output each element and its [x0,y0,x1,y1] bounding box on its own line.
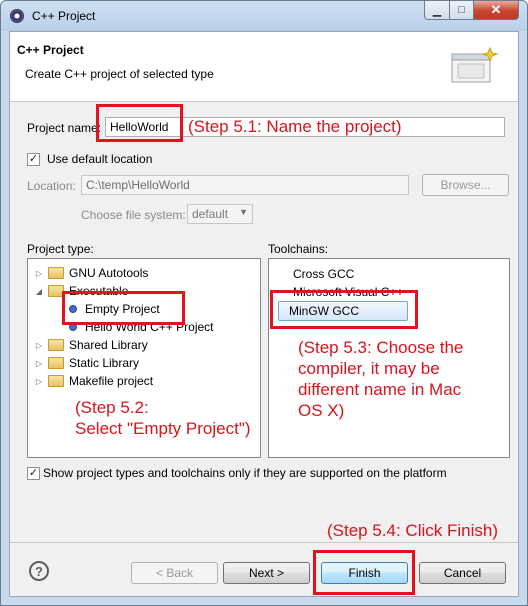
help-icon[interactable]: ? [29,561,49,581]
tree-item-shared-library[interactable]: ▷ Shared Library [34,336,148,354]
project-name-label: Project name: [27,121,102,135]
minimize-button[interactable]: ▁ [424,1,450,20]
window-title: C++ Project [32,9,96,23]
folder-icon [48,267,64,279]
tree-item-label: Makefile project [69,374,154,388]
annotation-step-5-2-line1: (Step 5.2: [75,398,149,417]
annotation-step-5-3-line4: OS X) [298,401,345,420]
folder-icon [48,375,64,387]
toolchains-list[interactable]: Cross GCC Microsoft Visual C++ MinGW GCC… [268,258,510,458]
location-label: Location: [27,179,76,193]
annotation-step-5-1: (Step 5.1: Name the project) [188,117,402,136]
tree-item-label: Static Library [69,356,140,370]
collapse-icon[interactable]: ◢ [34,287,44,296]
highlight-project-name [96,104,183,142]
folder-icon [48,357,64,369]
expand-icon[interactable]: ▷ [34,341,44,350]
location-input[interactable]: C:\temp\HelloWorld [81,175,409,195]
project-type-tree[interactable]: ▷ GNU Autotools ◢ Executable Empty Proje… [27,258,261,458]
toolchains-label: Toolchains: [268,242,329,256]
folder-icon [48,339,64,351]
page-description: Create C++ project of selected type [25,67,214,81]
tree-item-static-library[interactable]: ▷ Static Library [34,354,139,372]
title-bar[interactable]: C++ Project ▁ □ ✕ [1,1,527,31]
tree-item-makefile-project[interactable]: ▷ Makefile project [34,372,153,390]
annotation-step-5-3-line1: (Step 5.3: Choose the [298,338,464,357]
file-system-select[interactable]: default ▼ [187,204,253,224]
expand-icon[interactable]: ▷ [34,359,44,368]
next-button[interactable]: Next > [223,562,310,584]
page-title: C++ Project [17,43,84,57]
toolchain-item-cross-gcc[interactable]: Cross GCC [293,267,354,281]
annotation-step-5-4: (Step 5.4: Click Finish) [327,521,498,540]
use-default-location-label: Use default location [47,152,153,166]
dialog-body: C++ Project Create C++ project of select… [9,31,519,597]
project-wizard-window: C++ Project ▁ □ ✕ C++ Project Create C++… [0,0,528,606]
maximize-button[interactable]: □ [449,1,474,20]
tree-item-label: GNU Autotools [69,266,149,280]
tree-item-gnu-autotools[interactable]: ▷ GNU Autotools [34,264,148,282]
use-default-location-checkbox[interactable]: ✓ [27,153,40,166]
tree-item-label: Shared Library [69,338,148,352]
browse-button[interactable]: Browse... [422,174,509,196]
new-project-wizard-icon [451,46,498,83]
expand-icon[interactable]: ▷ [34,269,44,278]
file-system-label: Choose file system: [81,208,186,222]
project-type-label: Project type: [27,242,94,256]
cancel-button[interactable]: Cancel [419,562,506,584]
expand-icon[interactable]: ▷ [34,377,44,386]
back-button[interactable]: < Back [131,562,218,584]
close-button[interactable]: ✕ [473,1,519,20]
annotation-step-5-3-line2: compiler, it may be [298,359,440,378]
highlight-finish [313,550,415,595]
highlight-empty-project [62,291,185,325]
show-supported-checkbox[interactable]: ✓ [27,467,40,480]
annotation-step-5-2-line2: Select "Empty Project") [75,419,251,438]
annotation-step-5-3-line3: different name in Mac [298,380,462,399]
file-system-value: default [192,207,229,221]
highlight-mingw-gcc [270,290,418,329]
chevron-down-icon: ▼ [239,207,248,217]
show-supported-label: Show project types and toolchains only i… [43,466,447,480]
wizard-header: C++ Project Create C++ project of select… [10,32,518,102]
eclipse-icon [10,9,24,23]
footer-separator [10,542,518,543]
